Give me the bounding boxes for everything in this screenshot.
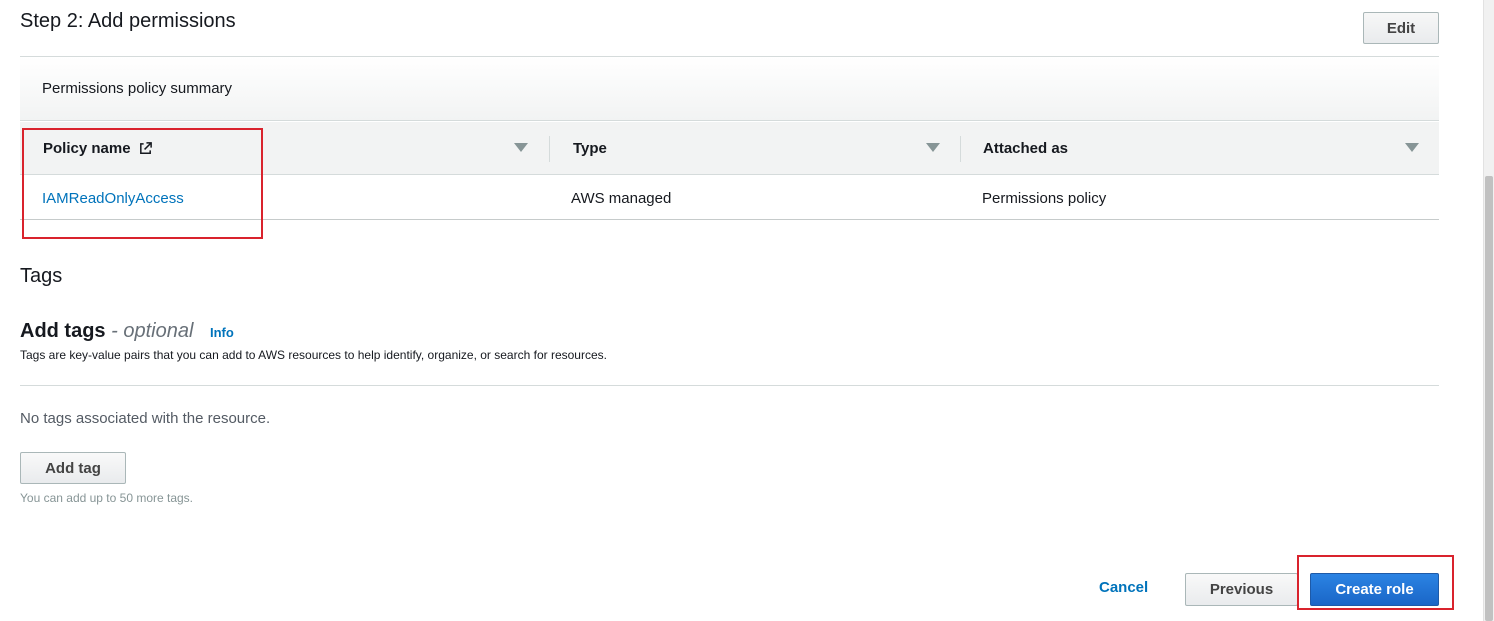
step-title: Step 2: Add permissions	[20, 10, 236, 32]
divider	[20, 385, 1439, 386]
column-separator	[960, 136, 961, 162]
info-link[interactable]: Info	[210, 325, 234, 340]
tag-limit-hint: You can add up to 50 more tags.	[20, 491, 194, 505]
empty-tags-message: No tags associated with the resource.	[20, 410, 271, 427]
permissions-summary-header: Permissions policy summary	[20, 57, 1439, 121]
highlight-box-policy-name	[22, 128, 263, 239]
column-header-label: Type	[573, 140, 607, 157]
optional-label: - optional	[111, 320, 194, 342]
attached-as-cell: Permissions policy	[982, 189, 1107, 207]
add-tag-button[interactable]: Add tag	[20, 452, 126, 484]
edit-button[interactable]: Edit	[1363, 12, 1439, 44]
tags-section-title: Tags	[20, 265, 63, 287]
permissions-summary-label: Permissions policy summary	[42, 80, 233, 97]
add-tags-heading: Add tags - optional Info	[20, 320, 234, 343]
caret-down-icon[interactable]	[1405, 143, 1419, 152]
column-header-type[interactable]: Type	[573, 122, 607, 175]
cancel-link[interactable]: Cancel	[1099, 579, 1148, 596]
tags-description: Tags are key-value pairs that you can ad…	[20, 348, 607, 362]
scrollbar-thumb[interactable]	[1485, 176, 1493, 621]
previous-button[interactable]: Previous	[1185, 573, 1298, 606]
highlight-box-create-role	[1297, 555, 1454, 610]
caret-down-icon[interactable]	[926, 143, 940, 152]
policy-type-cell: AWS managed	[571, 189, 672, 207]
column-header-attached-as[interactable]: Attached as	[983, 122, 1068, 175]
caret-down-icon[interactable]	[514, 143, 528, 152]
column-header-label: Attached as	[983, 140, 1069, 157]
add-tags-title: Add tags	[20, 320, 106, 342]
column-separator	[549, 136, 550, 162]
